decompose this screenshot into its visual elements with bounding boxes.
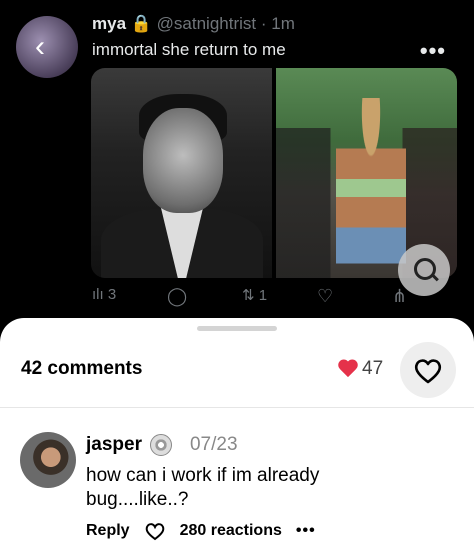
reply-button[interactable]: Reply xyxy=(86,522,130,540)
comment-heart-icon[interactable] xyxy=(144,521,166,541)
comment-actions: Reply 280 reactions ••• xyxy=(86,521,316,541)
bar-chart-icon: ılı xyxy=(92,286,104,303)
commenter-name[interactable]: jasper xyxy=(86,434,142,456)
post-media[interactable] xyxy=(91,68,457,278)
author-name[interactable]: mya xyxy=(92,14,126,33)
post-text: immortal she return to me xyxy=(92,40,286,59)
author-avatar[interactable] xyxy=(16,16,78,78)
sheet-grabber[interactable] xyxy=(197,326,277,331)
heart-outline-icon xyxy=(414,359,442,384)
comment-header: jasper 07/23 xyxy=(86,434,238,456)
post: ‹ mya 🔒 @satnightrist · 1m immortal she … xyxy=(0,0,474,330)
commenter-avatar[interactable] xyxy=(20,432,76,488)
back-chevron-icon[interactable]: ‹ xyxy=(35,32,45,62)
like-icon[interactable]: ♡ xyxy=(317,286,333,307)
disco-ball-icon xyxy=(149,434,172,456)
reaction-count: 47 xyxy=(362,358,384,379)
views-action[interactable]: ılı 3 xyxy=(92,286,116,303)
heart-face-icon xyxy=(338,360,358,378)
post-time: 1m xyxy=(271,14,295,33)
divider xyxy=(0,407,474,408)
photo-portrait[interactable] xyxy=(91,68,272,278)
lock-icon: 🔒 xyxy=(130,14,157,33)
comment-more-icon[interactable]: ••• xyxy=(296,522,316,540)
reply-icon[interactable]: ◯ xyxy=(167,286,187,307)
comment-text: how can i work if im already bug....like… xyxy=(86,465,320,510)
reactions-count[interactable]: 280 reactions xyxy=(180,522,282,540)
comment-date: 07/23 xyxy=(189,434,238,455)
comments-sheet: 42 comments 47 jasper 07/23 how can i wo… xyxy=(0,318,474,552)
reaction-summary[interactable]: 47 xyxy=(338,358,383,380)
more-options-icon[interactable]: ••• xyxy=(420,38,446,64)
retweet-icon: ⇅ xyxy=(242,287,255,304)
comments-count: 42 comments xyxy=(21,358,143,379)
retweet-action[interactable]: ⇅ 1 xyxy=(242,286,267,304)
share-icon[interactable]: ⋔ xyxy=(392,286,407,307)
post-header: mya 🔒 @satnightrist · 1m xyxy=(92,14,295,33)
heart-button[interactable] xyxy=(400,342,456,398)
author-handle[interactable]: @satnightrist xyxy=(157,14,256,33)
post-actions: ılı 3 ◯ ⇅ 1 ♡ ⋔ xyxy=(92,286,422,310)
